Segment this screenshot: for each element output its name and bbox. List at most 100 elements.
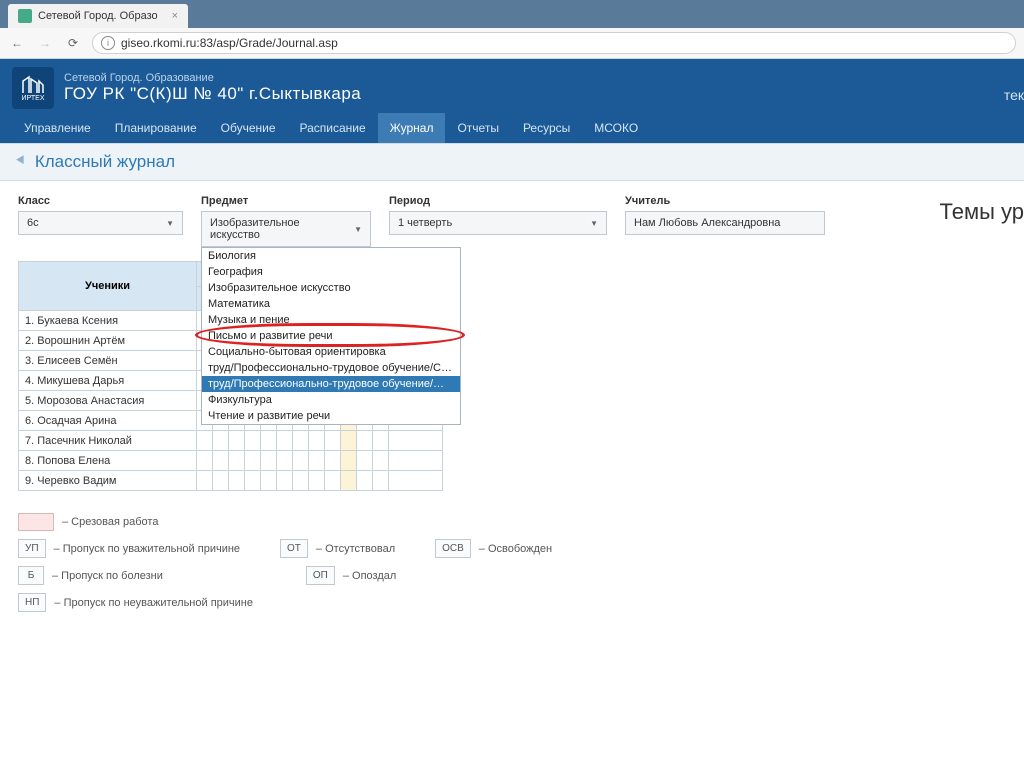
teacher-field: Нам Любовь Александровна: [625, 211, 825, 235]
nav-item-6[interactable]: Ресурсы: [511, 113, 582, 143]
forward-icon[interactable]: →: [36, 34, 54, 52]
grade-cell[interactable]: [261, 451, 277, 471]
favicon-icon: [18, 9, 32, 23]
grade-cell[interactable]: [357, 451, 373, 471]
grade-cell[interactable]: [373, 451, 389, 471]
nav-item-2[interactable]: Обучение: [209, 113, 288, 143]
students-header: Ученики: [19, 262, 197, 311]
legend-code: УП: [18, 539, 46, 558]
legend-code: ОП: [306, 566, 335, 585]
grade-cell[interactable]: [341, 431, 357, 451]
school-name: ГОУ РК "С(К)Ш № 40" г.Сыктывкара: [64, 84, 361, 104]
subject-option[interactable]: Биология: [202, 248, 460, 264]
url-text: giseo.rkomi.ru:83/asp/Grade/Journal.asp: [121, 36, 338, 50]
grade-cell[interactable]: [309, 471, 325, 491]
grade-cell[interactable]: [277, 471, 293, 491]
subject-option[interactable]: труд/Профессионально-трудовое обучение/С…: [202, 360, 460, 376]
caret-icon: ▼: [590, 219, 598, 228]
grade-cell[interactable]: [197, 431, 213, 451]
grade-cell[interactable]: [325, 431, 341, 451]
subject-option[interactable]: Математика: [202, 296, 460, 312]
grade-cell[interactable]: [197, 471, 213, 491]
grade-cell[interactable]: [293, 471, 309, 491]
grade-cell[interactable]: [229, 451, 245, 471]
grade-cell[interactable]: [277, 431, 293, 451]
legend-swatch-text: – Срезовая работа: [62, 516, 158, 528]
grade-cell[interactable]: [373, 471, 389, 491]
grade-cell[interactable]: [229, 471, 245, 491]
subject-option[interactable]: Социально-бытовая ориентировка: [202, 344, 460, 360]
tab-bar: Сетевой Город. Образо ×: [0, 0, 1024, 28]
nav-item-4[interactable]: Журнал: [378, 113, 446, 143]
grade-cell[interactable]: [197, 451, 213, 471]
subject-option[interactable]: Чтение и развитие речи: [202, 408, 460, 424]
browser-tab[interactable]: Сетевой Город. Образо ×: [8, 4, 188, 28]
app-title: Сетевой Город. Образование ГОУ РК "С(К)Ш…: [64, 72, 361, 104]
grade-cell[interactable]: [325, 471, 341, 491]
final-grade-cell[interactable]: [389, 471, 443, 491]
subject-option[interactable]: География: [202, 264, 460, 280]
nav-item-1[interactable]: Планирование: [103, 113, 209, 143]
main-nav: УправлениеПланированиеОбучениеРасписание…: [12, 113, 1012, 143]
period-select[interactable]: 1 четверть▼: [389, 211, 607, 235]
grade-cell[interactable]: [309, 451, 325, 471]
grade-cell[interactable]: [277, 451, 293, 471]
info-icon[interactable]: i: [101, 36, 115, 50]
grade-cell[interactable]: [213, 431, 229, 451]
address-bar[interactable]: i giseo.rkomi.ru:83/asp/Grade/Journal.as…: [92, 32, 1016, 54]
nav-item-7[interactable]: МСОКО: [582, 113, 650, 143]
logo-icon: ИРТЕХ: [12, 67, 54, 109]
content-area: Темы ур Класс 6с▼ Предмет Изобразительно…: [0, 181, 1024, 626]
grade-cell[interactable]: [357, 471, 373, 491]
grade-cell[interactable]: [245, 471, 261, 491]
grade-cell[interactable]: [261, 471, 277, 491]
caret-icon: ▼: [166, 219, 174, 228]
grade-cell[interactable]: [341, 451, 357, 471]
app-header: ИРТЕХ Сетевой Город. Образование ГОУ РК …: [0, 59, 1024, 143]
grade-cell[interactable]: [373, 431, 389, 451]
table-row: 8. Попова Елена: [19, 451, 443, 471]
close-icon[interactable]: ×: [172, 10, 178, 22]
student-name: 5. Морозова Анастасия: [19, 391, 197, 411]
student-name: 3. Елисеев Семён: [19, 351, 197, 371]
caret-icon: ▼: [354, 225, 362, 234]
class-select[interactable]: 6с▼: [18, 211, 183, 235]
subject-dropdown: БиологияГеографияИзобразительное искусст…: [201, 247, 461, 425]
grade-cell[interactable]: [357, 431, 373, 451]
subject-option[interactable]: Музыка и пение: [202, 312, 460, 328]
subject-option[interactable]: труд/Профессионально-трудовое обучение/Ш…: [202, 376, 460, 392]
grade-cell[interactable]: [341, 471, 357, 491]
grade-cell[interactable]: [213, 451, 229, 471]
back-icon[interactable]: ←: [8, 34, 26, 52]
grade-cell[interactable]: [229, 431, 245, 451]
grade-cell[interactable]: [245, 451, 261, 471]
grade-cell[interactable]: [293, 451, 309, 471]
grade-cell[interactable]: [293, 431, 309, 451]
back-arrow-icon[interactable]: ⯇: [14, 153, 27, 171]
nav-item-5[interactable]: Отчеты: [445, 113, 510, 143]
subject-option[interactable]: Письмо и развитие речи: [202, 328, 460, 344]
teacher-label: Учитель: [625, 195, 825, 207]
legend-code: ОТ: [280, 539, 308, 558]
right-heading: Темы ур: [940, 199, 1024, 225]
grade-cell[interactable]: [261, 431, 277, 451]
grade-cell[interactable]: [245, 431, 261, 451]
grade-cell[interactable]: [309, 431, 325, 451]
legend-code: ОСВ: [435, 539, 471, 558]
nav-item-0[interactable]: Управление: [12, 113, 103, 143]
tab-title: Сетевой Город. Образо: [38, 10, 158, 22]
nav-item-3[interactable]: Расписание: [288, 113, 378, 143]
final-grade-cell[interactable]: [389, 431, 443, 451]
subject-option[interactable]: Физкультура: [202, 392, 460, 408]
final-grade-cell[interactable]: [389, 451, 443, 471]
legend: – Срезовая работа УП– Пропуск по уважите…: [18, 513, 1006, 612]
address-row: ← → ⟳ i giseo.rkomi.ru:83/asp/Grade/Jour…: [0, 28, 1024, 58]
subject-option[interactable]: Изобразительное искусство: [202, 280, 460, 296]
subject-select[interactable]: Изобразительное искусство▼: [201, 211, 371, 247]
class-label: Класс: [18, 195, 183, 207]
reload-icon[interactable]: ⟳: [64, 34, 82, 52]
table-row: 7. Пасечник Николай: [19, 431, 443, 451]
page-title: Классный журнал: [35, 152, 175, 172]
grade-cell[interactable]: [325, 451, 341, 471]
grade-cell[interactable]: [213, 471, 229, 491]
